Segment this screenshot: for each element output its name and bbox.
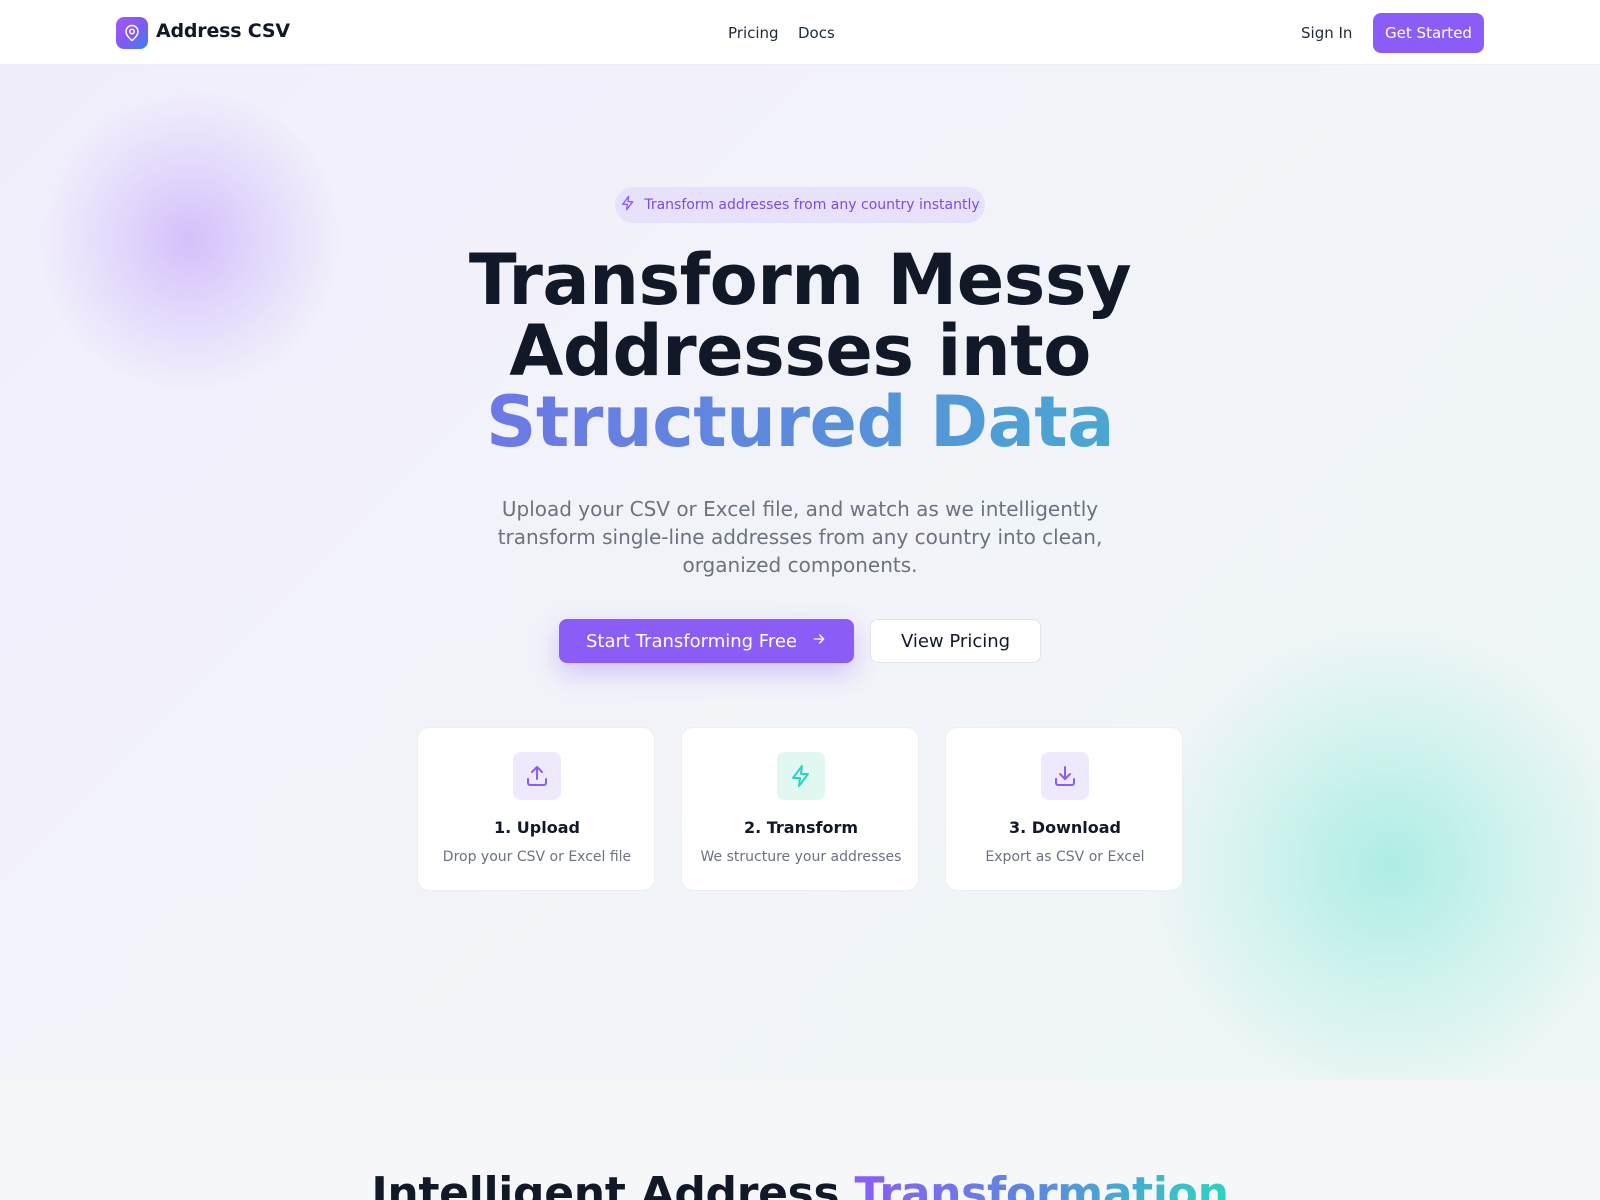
step-title: 3. Download — [1009, 818, 1121, 837]
start-transforming-label: Start Transforming Free — [586, 630, 797, 652]
nav-link-pricing[interactable]: Pricing — [728, 24, 779, 42]
brand-name[interactable]: Address CSV — [156, 20, 290, 42]
step-card-download: 3. Download Export as CSV or Excel — [945, 727, 1183, 891]
step-title: 1. Upload — [494, 818, 580, 837]
get-started-button[interactable]: Get Started — [1373, 13, 1484, 53]
step-description: Drop your CSV or Excel file — [442, 849, 632, 865]
features-heading-plain: Intelligent Address — [371, 1168, 855, 1200]
nav-link-docs[interactable]: Docs — [798, 24, 835, 42]
landing-page: Address CSV Pricing Docs Sign In Get Sta… — [0, 0, 1600, 1200]
headline-line-1: Transform Messy — [468, 239, 1132, 321]
headline-highlight: Structured Data — [0, 387, 1600, 458]
step-description: We structure your addresses — [700, 849, 902, 865]
features-heading-highlight: Transformation — [854, 1168, 1228, 1200]
headline-line-2: Addresses into — [509, 310, 1091, 392]
view-pricing-button[interactable]: View Pricing — [870, 619, 1041, 663]
badge-text: Transform addresses from any country ins… — [644, 197, 980, 213]
hero-headline: Transform Messy Addresses into Structure… — [0, 245, 1600, 458]
step-card-upload: 1. Upload Drop your CSV or Excel file — [417, 727, 655, 891]
hero-section: Transform addresses from any country ins… — [0, 65, 1600, 1080]
announcement-badge: Transform addresses from any country ins… — [615, 187, 985, 223]
hero-subtitle: Upload your CSV or Excel file, and watch… — [497, 497, 1103, 577]
step-description: Export as CSV or Excel — [985, 849, 1145, 865]
features-section-heading: Intelligent Address Transformation — [0, 1168, 1600, 1200]
sign-in-link[interactable]: Sign In — [1301, 24, 1352, 42]
top-navigation-bar: Address CSV Pricing Docs Sign In Get Sta… — [0, 0, 1600, 65]
start-transforming-button[interactable]: Start Transforming Free — [559, 619, 854, 663]
arrow-right-icon — [811, 631, 827, 652]
step-card-transform: 2. Transform We structure your addresses — [681, 727, 919, 891]
step-title: 2. Transform — [743, 818, 859, 837]
download-icon — [1041, 752, 1089, 800]
lightning-icon — [620, 195, 636, 215]
decorative-teal-glow — [1150, 625, 1600, 1080]
map-pin-logo-icon[interactable] — [116, 17, 148, 49]
lightning-icon — [777, 752, 825, 800]
upload-icon — [513, 752, 561, 800]
